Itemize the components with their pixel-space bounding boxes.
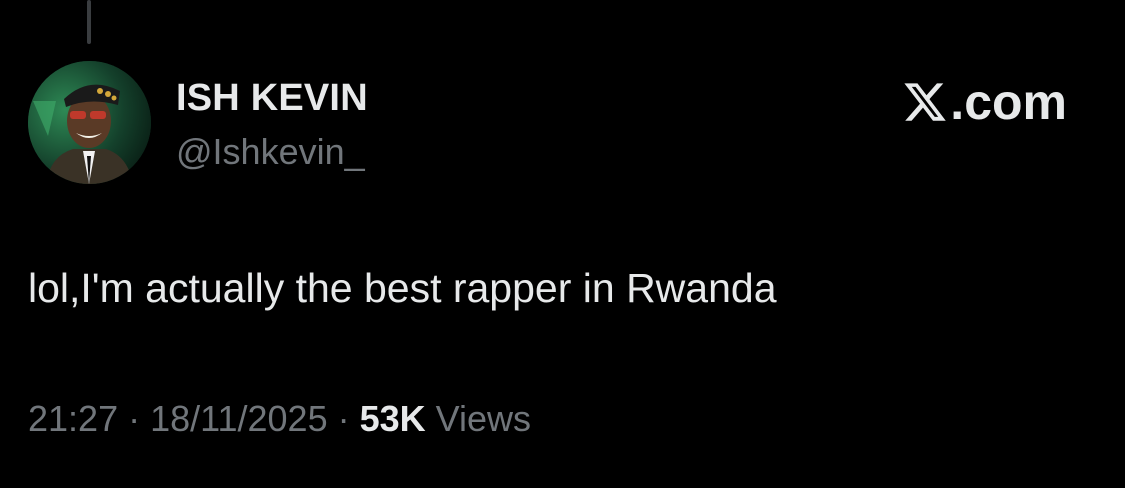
tweet-time[interactable]: 21:27 [28,398,118,439]
views-count[interactable]: 53K [360,398,426,439]
tweet-text: lol,I'm actually the best rapper in Rwan… [28,265,777,311]
brand-watermark: .com [902,72,1067,132]
meta-separator: · [118,398,151,439]
x-logo-icon [904,83,947,121]
tweet-date[interactable]: 18/11/2025 [150,398,328,439]
avatar[interactable] [28,61,151,184]
views-label: Views [425,398,532,439]
thread-connector-line [87,0,91,44]
author-handle[interactable]: @Ishkevin_ [176,132,365,172]
avatar-photo [28,61,151,184]
brand-text: .com [950,74,1067,130]
author-display-name[interactable]: ISH KEVIN [176,78,368,118]
meta-separator: · [327,398,360,439]
tweet-metadata: 21:27 · 18/11/2025 · 53K Views [28,398,531,440]
